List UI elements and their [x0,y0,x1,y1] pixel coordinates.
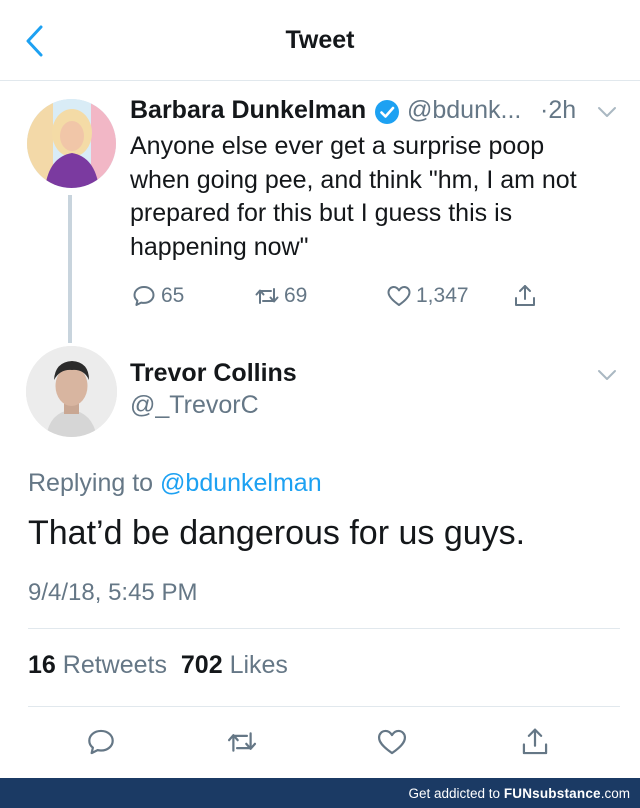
author-handle[interactable]: @bdunk... [407,96,521,125]
tweet-text: Anyone else ever get a surprise poop whe… [130,132,577,261]
like-count: 1,347 [416,284,469,307]
chevron-down-icon [598,370,616,380]
thread-connector [68,195,72,343]
retweet-button[interactable] [226,726,258,758]
reply-icon [133,286,155,306]
retweet-icon [255,288,279,304]
retweet-icon [227,732,257,752]
chevron-down-icon [598,107,616,117]
retweet-count: 69 [284,284,308,307]
heart-icon [387,286,411,306]
author-name[interactable]: Trevor Collins [130,359,297,388]
share-icon [522,728,548,755]
reply-icon [88,729,114,755]
like-button[interactable] [376,726,408,758]
share-button[interactable] [512,281,538,311]
replying-to: Replying to @bdunkelman [28,469,322,498]
reply-button[interactable] [85,726,117,758]
tweet-text: That’d be dangerous for us guys. [28,514,526,552]
page-title: Tweet [285,26,355,54]
watermark-brand: FUNsubstance [503,786,601,801]
watermark-prefix: Get addicted to [408,786,501,801]
retweet-total: 16 [28,651,56,679]
engagement-stats: 16 Retweets 702 Likes [28,651,288,680]
avatar[interactable] [27,99,116,188]
share-icon [515,285,535,306]
heart-icon [377,729,407,755]
tweet-timestamp: 9/4/18, 5:45 PM [28,579,198,606]
replying-to-label: Replying to [28,469,154,497]
retweets-stat[interactable]: 16 Retweets [28,651,167,679]
replying-to-link[interactable]: @bdunkelman [160,469,322,497]
like-button[interactable]: 1,347 [386,281,469,311]
like-total-label: Likes [229,651,288,679]
likes-stat[interactable]: 702 Likes [181,651,288,679]
avatar[interactable] [26,346,117,437]
verified-badge-icon [374,99,400,125]
divider [28,706,620,707]
like-total: 702 [180,651,223,679]
share-button[interactable] [519,726,551,758]
tweet-menu-button[interactable] [596,368,618,382]
watermark-text: Get addicted to FUNsubstance.com [408,786,630,801]
divider [28,628,620,629]
tweet-menu-button[interactable] [596,105,618,119]
reply-count: 65 [161,284,185,307]
author-handle[interactable]: @_TrevorC [130,391,259,420]
watermark-suffix: .com [600,786,630,801]
author-name[interactable]: Barbara Dunkelman [130,96,366,125]
tweet-time: ·2h [540,96,577,124]
retweet-total-label: Retweets [62,651,167,679]
retweet-button[interactable]: 69 [254,281,307,311]
reply-button[interactable]: 65 [131,281,184,311]
